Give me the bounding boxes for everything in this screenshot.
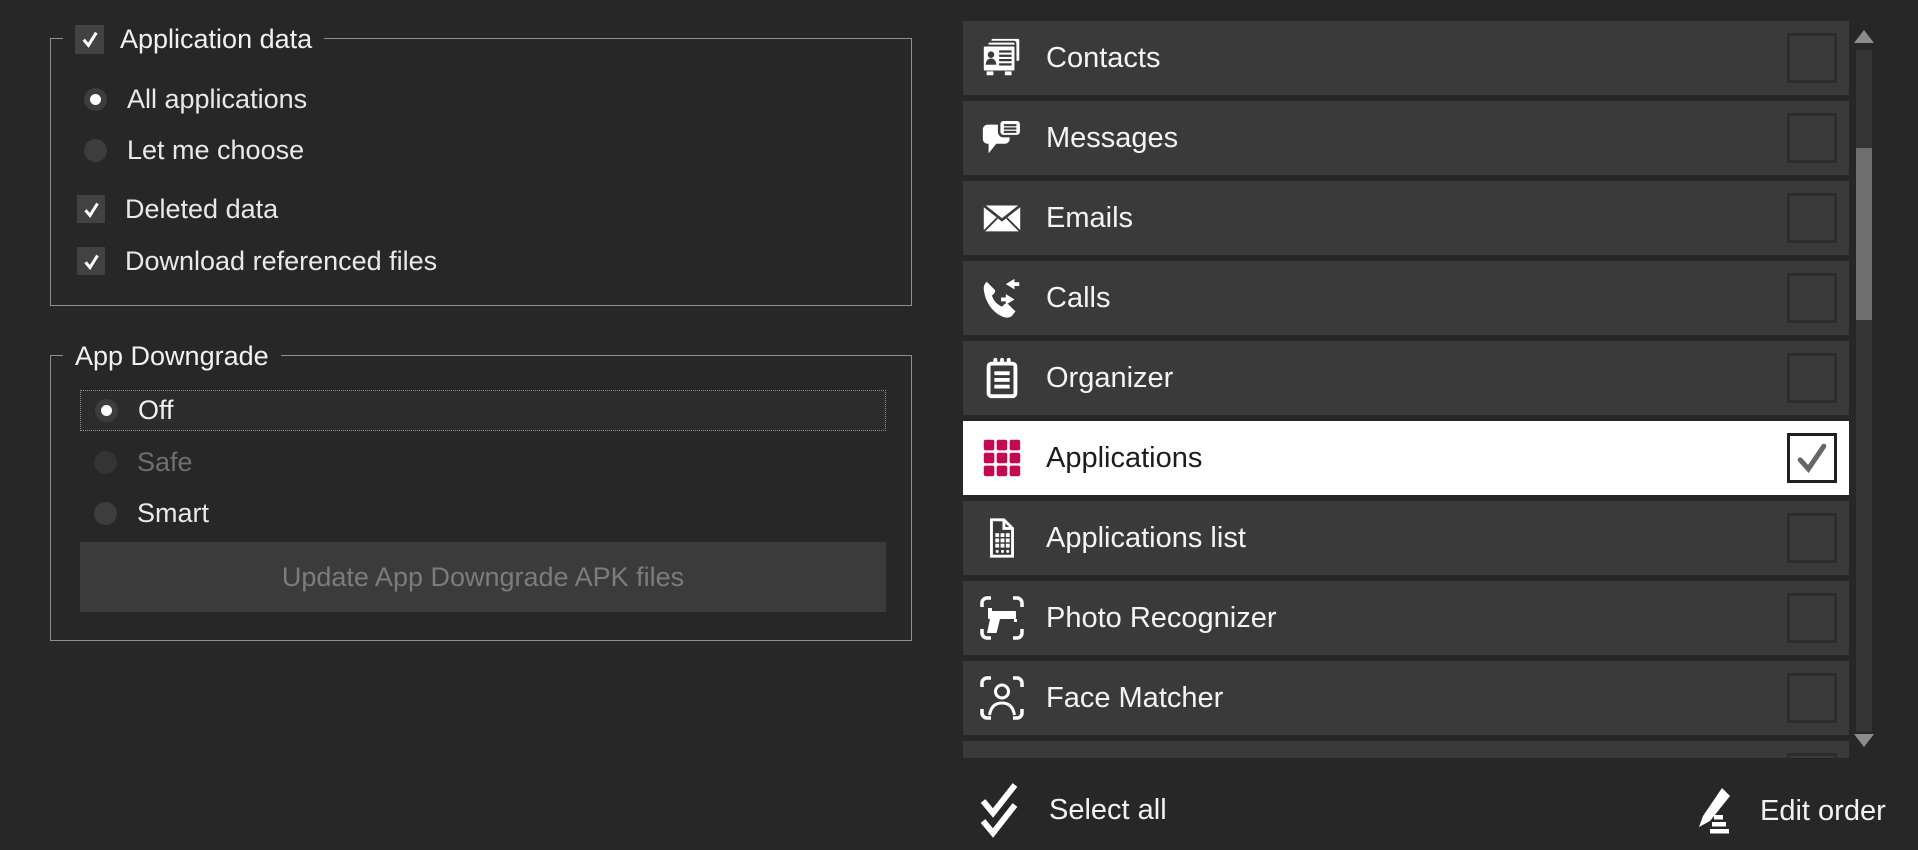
radio-smart-label: Smart — [137, 498, 209, 529]
scrollbar-up-arrow[interactable] — [1854, 30, 1874, 43]
select-all-button[interactable]: Select all — [975, 778, 1167, 842]
list-item-label: Photo Recognizer — [1046, 602, 1277, 635]
radio-let-me-choose-label: Let me choose — [127, 135, 304, 166]
select-all-icon — [975, 782, 1029, 838]
radio-safe[interactable]: Safe — [94, 444, 193, 480]
messages-icon — [978, 114, 1026, 162]
application-data-title: Application data — [120, 24, 312, 55]
list-item-label: Calls — [1046, 282, 1110, 315]
radio-off[interactable]: Off — [80, 390, 886, 431]
contacts-icon — [978, 34, 1026, 82]
list-item-label: Emails — [1046, 202, 1133, 235]
list-item-checkbox[interactable] — [1787, 433, 1837, 483]
extraction-settings-screen: { "colors": { "background": "#272727", "… — [0, 0, 1918, 850]
edit-order-icon — [1688, 785, 1740, 837]
list-item-messages[interactable]: Messages — [963, 101, 1849, 175]
scrollbar-down-arrow[interactable] — [1854, 734, 1874, 747]
list-item-checkbox[interactable] — [1787, 33, 1837, 83]
edit-order-label: Edit order — [1760, 795, 1886, 828]
checkbox-deleted-data-label: Deleted data — [125, 194, 278, 225]
radio-safe-label: Safe — [137, 447, 193, 478]
radio-circle — [84, 139, 107, 162]
scrollbar-track[interactable] — [1856, 50, 1872, 732]
applications-icon — [978, 434, 1026, 482]
app-downgrade-legend: App Downgrade — [63, 339, 281, 373]
update-app-downgrade-button[interactable]: Update App Downgrade APK files — [80, 542, 886, 612]
list-item-calls[interactable]: Calls — [963, 261, 1849, 335]
list-item-emails[interactable]: Emails — [963, 181, 1849, 255]
radio-smart[interactable]: Smart — [94, 495, 209, 531]
list-item-partial[interactable] — [963, 741, 1849, 758]
radio-circle — [95, 399, 118, 422]
check-icon — [81, 199, 102, 220]
list-item-label: Messages — [1046, 122, 1178, 155]
app-downgrade-groupbox: App Downgrade Off Safe Smart Update App … — [50, 355, 912, 641]
radio-all-applications[interactable]: All applications — [84, 81, 307, 117]
list-item-label: Contacts — [1046, 42, 1160, 75]
unknown-partial-icon — [978, 754, 1026, 758]
radio-off-label: Off — [138, 395, 174, 426]
calls-icon — [978, 274, 1026, 322]
list-item-checkbox[interactable] — [1787, 193, 1837, 243]
checkbox-download-referenced-files[interactable]: Download referenced files — [77, 243, 437, 279]
application-data-checkbox[interactable] — [75, 25, 104, 54]
radio-circle — [94, 451, 117, 474]
organizer-icon — [978, 354, 1026, 402]
list-item-contacts[interactable]: Contacts — [963, 21, 1849, 95]
face-matcher-icon — [978, 674, 1026, 722]
list-item-face-matcher[interactable]: Face Matcher — [963, 661, 1849, 735]
application-data-legend: Application data — [63, 22, 324, 56]
list-item-organizer[interactable]: Organizer — [963, 341, 1849, 415]
list-item-checkbox[interactable] — [1787, 753, 1837, 758]
list-item-checkbox[interactable] — [1787, 593, 1837, 643]
applications-list-icon — [978, 514, 1026, 562]
radio-all-applications-label: All applications — [127, 84, 307, 115]
checkbox-deleted-data[interactable]: Deleted data — [77, 191, 278, 227]
list-item-checkbox[interactable] — [1787, 353, 1837, 403]
app-downgrade-title: App Downgrade — [75, 341, 269, 372]
checkbox-box — [77, 247, 105, 275]
emails-icon — [978, 194, 1026, 242]
list-item-checkbox[interactable] — [1787, 273, 1837, 323]
scrollbar-thumb[interactable] — [1856, 148, 1872, 320]
checkbox-download-referenced-files-label: Download referenced files — [125, 246, 437, 277]
radio-let-me-choose[interactable]: Let me choose — [84, 132, 304, 168]
category-list: Contacts Messages Emails — [963, 21, 1849, 758]
list-item-checkbox[interactable] — [1787, 113, 1837, 163]
checkbox-box — [77, 195, 105, 223]
check-icon — [79, 28, 101, 50]
list-item-applications[interactable]: Applications — [963, 421, 1849, 495]
application-data-groupbox: Application data All applications Let me… — [50, 38, 912, 306]
photo-recognizer-icon — [978, 594, 1026, 642]
edit-order-button[interactable]: Edit order — [1688, 782, 1886, 840]
list-item-checkbox[interactable] — [1787, 673, 1837, 723]
radio-circle — [84, 88, 107, 111]
list-item-label: Applications — [1046, 442, 1202, 475]
check-icon — [81, 251, 102, 272]
list-item-label: Face Matcher — [1046, 682, 1223, 715]
list-item-label: Organizer — [1046, 362, 1173, 395]
radio-circle — [94, 502, 117, 525]
list-item-applications-list[interactable]: Applications list — [963, 501, 1849, 575]
select-all-label: Select all — [1049, 794, 1167, 827]
list-item-label: Applications list — [1046, 522, 1246, 555]
list-item-checkbox[interactable] — [1787, 513, 1837, 563]
list-item-photo-recognizer[interactable]: Photo Recognizer — [963, 581, 1849, 655]
